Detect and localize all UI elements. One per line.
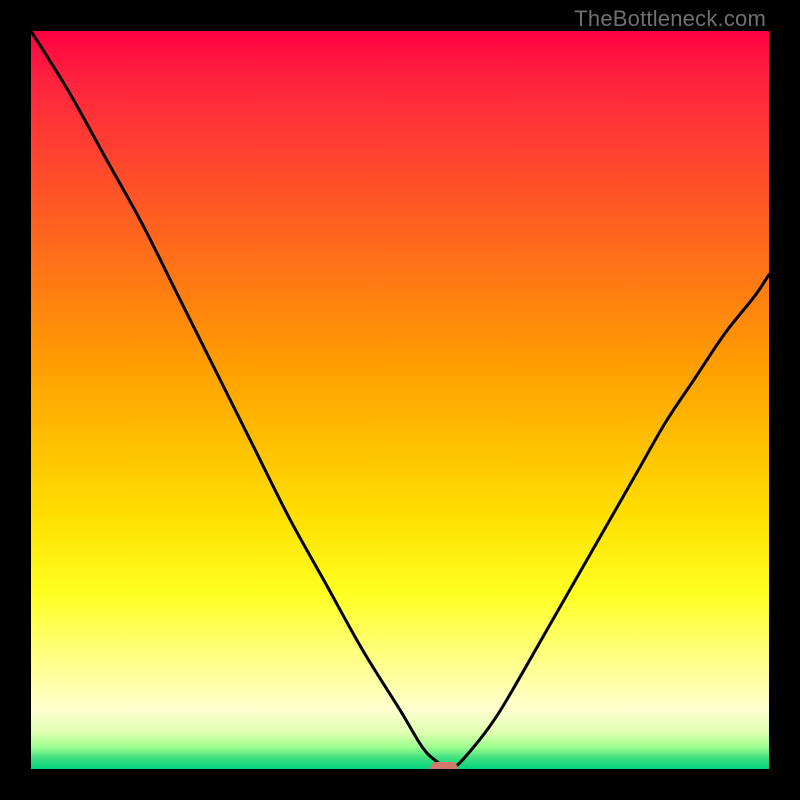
- watermark-text: TheBottleneck.com: [574, 6, 766, 32]
- bottleneck-curve: [31, 31, 769, 769]
- minimum-marker: [430, 762, 458, 769]
- plot-area: [31, 31, 769, 769]
- chart-frame: TheBottleneck.com: [0, 0, 800, 800]
